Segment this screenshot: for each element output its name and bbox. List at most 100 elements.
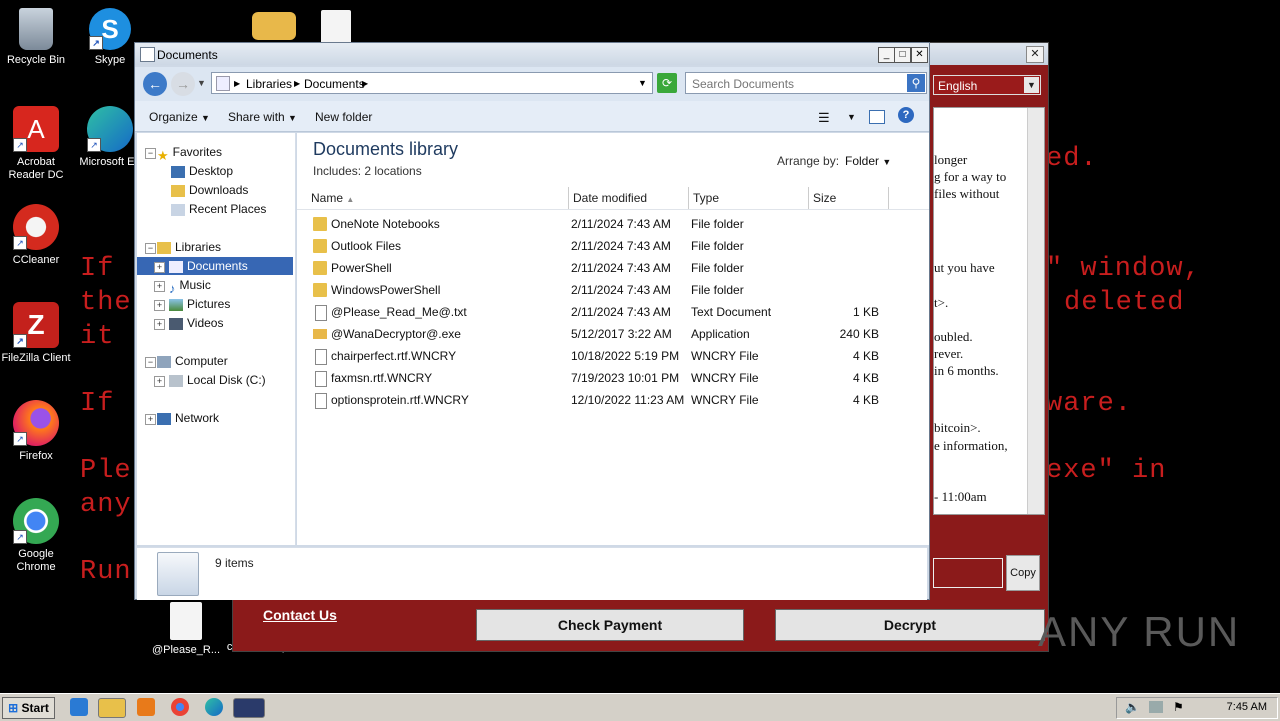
recent-pages-chevron-icon[interactable]: ▼ (197, 78, 206, 88)
ransom-text-right-3: deleted (1064, 288, 1185, 318)
edge-taskbar-icon[interactable] (205, 698, 223, 716)
ie-icon[interactable] (70, 698, 88, 716)
start-button[interactable]: ⊞ Start (2, 697, 55, 719)
bitcoin-address-field[interactable] (933, 558, 1003, 588)
desktop-icon-please-read[interactable]: @Please_R... (148, 602, 224, 657)
minimize-button[interactable]: _ (878, 47, 895, 63)
view-chevron-icon[interactable]: ▼ (847, 112, 856, 122)
file-name: @WanaDecryptor@.exe (331, 327, 461, 341)
column-label: Name (311, 191, 344, 205)
nav-videos[interactable]: Videos (169, 314, 223, 332)
file-row[interactable]: @WanaDecryptor@.exe 5/12/2017 3:22 AM Appl… (313, 324, 913, 344)
file-row[interactable]: WindowsPowerShell 2/11/2024 7:43 AM File f… (313, 280, 913, 300)
file-row[interactable]: PowerShell 2/11/2024 7:43 AM File folder (313, 258, 913, 278)
column-header-date[interactable]: Date modified (569, 187, 689, 209)
decrypt-button[interactable]: Decrypt (775, 609, 1045, 641)
media-player-icon[interactable] (137, 698, 155, 716)
expand-icon[interactable]: + (154, 376, 165, 387)
address-bar[interactable]: ▶ Libraries ▶ Documents ▶ ▼ (211, 72, 653, 94)
text-file-icon (170, 602, 202, 640)
column-header-size[interactable]: Size (809, 187, 889, 209)
desktop-icon-recycle-bin[interactable]: Recycle Bin (0, 8, 74, 67)
expand-icon[interactable]: + (145, 414, 156, 425)
breadcrumb-documents[interactable]: Documents (304, 77, 365, 91)
nav-music[interactable]: ♪ Music (169, 276, 211, 296)
network-tray-icon[interactable] (1149, 701, 1163, 713)
collapse-icon[interactable]: − (145, 357, 156, 368)
folder-icon (313, 217, 327, 231)
flag-icon[interactable]: ⚑ (1173, 700, 1184, 714)
help-icon[interactable]: ? (898, 107, 914, 123)
edge-icon: ↗ (87, 106, 133, 152)
sort-ascending-icon: ▲ (346, 195, 355, 204)
new-folder-button[interactable]: New folder (315, 110, 372, 124)
window-title: Documents (157, 48, 218, 62)
nav-documents[interactable]: Documents (169, 257, 248, 275)
expand-icon[interactable]: + (154, 262, 165, 273)
forward-arrow-icon[interactable]: → (171, 72, 195, 96)
chrome-taskbar-icon[interactable] (171, 698, 189, 716)
file-row[interactable]: optionsprotein.rtf.WNCRY 12/10/2022 11:23… (313, 390, 913, 410)
check-payment-button[interactable]: Check Payment (476, 609, 744, 641)
view-options-icon[interactable]: ☰ (818, 110, 830, 126)
nav-libraries[interactable]: Libraries (157, 238, 221, 256)
file-row[interactable]: chairperfect.rtf.WNCRY 10/18/2022 5:19 PM… (313, 346, 913, 366)
explorer-taskbar-icon[interactable] (98, 698, 126, 718)
column-header-name[interactable]: Name ▲ (297, 187, 569, 209)
search-box[interactable]: ⚲ (685, 72, 927, 94)
ransom-text-right-5: exe" in (1046, 456, 1167, 486)
volume-icon[interactable]: 🔈 (1125, 700, 1140, 714)
back-arrow-icon[interactable]: ← (143, 72, 167, 96)
nav-desktop[interactable]: Desktop (171, 162, 233, 180)
nav-downloads[interactable]: Downloads (171, 181, 248, 199)
preview-pane-icon[interactable] (869, 110, 885, 124)
desktop-icon-chrome[interactable]: ↗ Google Chrome (0, 498, 74, 574)
file-name: WindowsPowerShell (331, 283, 441, 297)
file-list-pane: Documents library Includes: 2 locations … (297, 133, 929, 545)
file-row[interactable]: @Please_Read_Me@.txt 2/11/2024 7:43 AM Tex… (313, 302, 913, 322)
share-with-menu[interactable]: Share with ▼ (228, 110, 297, 124)
nav-recent-places[interactable]: Recent Places (171, 200, 266, 218)
note-line: bitcoin>. (934, 420, 981, 435)
note-scrollbar[interactable] (1027, 108, 1044, 514)
expand-icon[interactable]: + (154, 300, 165, 311)
breadcrumb-libraries[interactable]: Libraries (246, 77, 292, 91)
arrange-by-dropdown[interactable]: Folder ▼ (845, 154, 891, 168)
nav-favorites[interactable]: ★ Favorites (157, 143, 222, 163)
breadcrumb-separator-icon: ▶ (362, 79, 369, 88)
column-header-type[interactable]: Type (689, 187, 809, 209)
nav-computer[interactable]: Computer (157, 352, 228, 370)
file-row[interactable]: Outlook Files 2/11/2024 7:43 AM File folde… (313, 236, 913, 256)
pictures-icon (169, 298, 183, 311)
copy-button[interactable]: Copy (1006, 555, 1040, 591)
contact-us-link[interactable]: Contact Us (263, 607, 337, 623)
file-row[interactable]: OneNote Notebooks 2/11/2024 7:43 AM File f… (313, 214, 913, 234)
collapse-icon[interactable]: − (145, 243, 156, 254)
desktop-icon-filezilla[interactable]: Z ↗ FileZilla Client (0, 302, 74, 365)
clock[interactable]: 7:45 AM (1227, 701, 1267, 713)
library-includes[interactable]: Includes: 2 locations (313, 164, 422, 178)
nav-local-disk[interactable]: Local Disk (C:) (169, 371, 266, 389)
desktop-icon-acrobat[interactable]: A ↗ Acrobat Reader DC (0, 106, 74, 182)
address-history-chevron-icon[interactable]: ▼ (638, 78, 647, 88)
nav-network[interactable]: Network (157, 409, 219, 427)
refresh-icon[interactable]: ⟳ (657, 73, 677, 93)
language-select[interactable]: English ▼ (933, 75, 1041, 95)
ransom-note-textbox[interactable]: longer g for a way to files without ut y… (933, 107, 1045, 515)
desktop-icon-ccleaner[interactable]: ↗ CCleaner (0, 204, 74, 267)
nav-pictures[interactable]: Pictures (169, 295, 230, 313)
file-name: PowerShell (331, 261, 392, 275)
close-icon[interactable]: ✕ (1026, 46, 1044, 63)
search-icon[interactable]: ⚲ (907, 74, 925, 92)
search-input[interactable] (690, 75, 904, 93)
expand-icon[interactable]: + (154, 281, 165, 292)
file-row[interactable]: faxmsn.rtf.WNCRY 7/19/2023 10:01 PM WNCRY … (313, 368, 913, 388)
close-button[interactable]: ✕ (911, 47, 928, 63)
collapse-icon[interactable]: − (145, 148, 156, 159)
file-type: File folder (691, 217, 744, 231)
desktop-icon-firefox[interactable]: ↗ Firefox (0, 400, 74, 463)
maximize-button[interactable]: □ (894, 47, 911, 63)
wanadecryptor-taskbar-icon[interactable] (233, 698, 265, 718)
organize-menu[interactable]: Organize ▼ (149, 110, 210, 124)
expand-icon[interactable]: + (154, 319, 165, 330)
